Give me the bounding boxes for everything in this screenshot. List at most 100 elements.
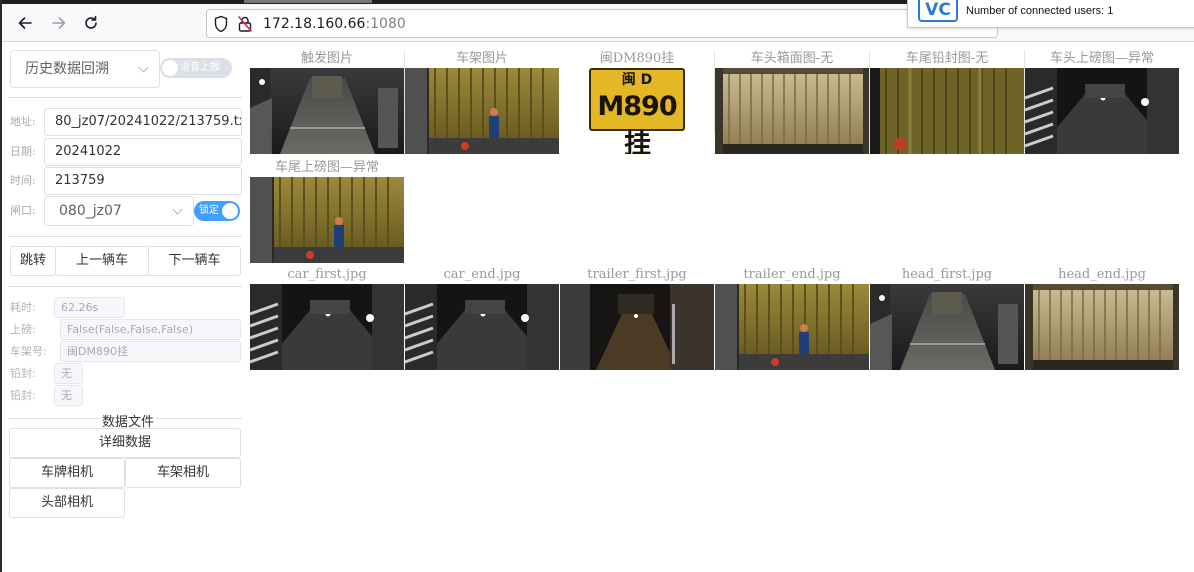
jump-button[interactable]: 跳转 (10, 246, 56, 276)
plate-camera-button[interactable]: 车牌相机 (9, 458, 125, 488)
mode-select-value: 历史数据回溯 (25, 61, 109, 77)
date-label: 日期: (10, 145, 36, 158)
image-caption: head_first.jpg (901, 267, 993, 282)
time-input[interactable]: 213759 (44, 167, 242, 195)
reload-icon (85, 15, 97, 29)
image-caption: 闽DM890挂 (599, 51, 675, 66)
container-face-photo (715, 68, 869, 154)
weigh-label: 上磅: (10, 323, 36, 336)
camera-image[interactable] (250, 68, 404, 154)
image-cell: 车头上磅图—异常 (1025, 50, 1179, 154)
container-rear-photo (870, 68, 1024, 154)
image-caption: car_end.jpg (443, 267, 521, 282)
camera-image[interactable] (870, 284, 1024, 370)
divider (8, 236, 242, 237)
voice-report-switch-label: 语音上报 (180, 62, 220, 73)
camera-image[interactable] (715, 68, 869, 154)
forward-button[interactable] (46, 10, 72, 36)
chevron-down-icon (172, 204, 183, 215)
image-caption: 车头上磅图—异常 (1049, 51, 1154, 66)
browser-toolbar: 172.18.160.66:1080 VC Number of connecte… (2, 0, 1194, 42)
date-input[interactable]: 20241022 (44, 138, 242, 166)
camera-image[interactable] (250, 284, 404, 370)
camera-image[interactable] (870, 68, 1024, 154)
container-worker-photo (405, 68, 559, 154)
insecure-lock-icon[interactable] (237, 15, 253, 33)
seal-value: 无 (54, 363, 83, 384)
plate-main-line: M890挂 (597, 91, 677, 154)
switch-knob (222, 203, 238, 219)
vc-logo: VC (918, 0, 958, 22)
image-cell: 车尾上磅图—异常 (250, 159, 404, 263)
control-panel: 历史数据回溯 语音上报 地址: 80_jz07/20241022/213759.… (2, 42, 246, 572)
image-cell: 车尾铅封图-无 (870, 50, 1024, 154)
address-bar[interactable]: 172.18.160.66:1080 (206, 9, 998, 38)
image-cell: trailer_first.jpg (560, 266, 714, 370)
shield-icon[interactable] (213, 15, 229, 33)
connected-users-text: Number of connected users: 1 (966, 5, 1114, 17)
lock-switch[interactable]: 锁定 (194, 201, 240, 221)
image-caption: trailer_first.jpg (587, 267, 687, 282)
image-cell: 车架图片 (405, 50, 559, 154)
camera-image[interactable] (405, 284, 559, 370)
url-host: 172.18.160.66 (263, 16, 366, 32)
image-cell: car_first.jpg (250, 266, 404, 370)
image-caption: 触发图片 (300, 51, 353, 66)
weigh-value: False(False,False,False) (60, 319, 241, 340)
back-button[interactable] (12, 10, 38, 36)
image-cell: trailer_end.jpg (715, 266, 869, 370)
elapsed-label: 耗时: (10, 301, 36, 314)
seal-value: 无 (54, 385, 83, 406)
container-worker-photo (715, 284, 869, 370)
image-caption: 车头箱面图-无 (750, 51, 834, 66)
address-input[interactable]: 80_jz07/20241022/213759.txt (44, 108, 242, 136)
camera-image[interactable] (560, 284, 714, 370)
pillar-photo (560, 284, 714, 370)
next-vehicle-button[interactable]: 下一辆车 (148, 246, 241, 276)
url-port: :1080 (365, 16, 406, 32)
mode-select[interactable]: 历史数据回溯 (10, 50, 160, 88)
image-caption: car_first.jpg (287, 267, 367, 282)
image-caption: 车尾上磅图—异常 (274, 160, 379, 175)
camera-image[interactable] (405, 68, 559, 154)
tab-indicator (244, 0, 372, 3)
image-caption: head_end.jpg (1058, 267, 1146, 282)
reload-button[interactable] (78, 10, 104, 36)
seal-label: 铅封: (10, 389, 36, 402)
plate-top-line: 闽 D (621, 72, 653, 88)
night-road-photo (1025, 68, 1179, 154)
address-label: 地址: (10, 115, 36, 128)
divider (8, 286, 242, 287)
gate-select[interactable]: 080_jz07 (44, 196, 194, 226)
night-road-photo (250, 284, 404, 370)
gate-label: 闸口: (10, 204, 36, 217)
image-cell: head_end.jpg (1025, 266, 1179, 370)
arrow-right-icon (52, 17, 66, 29)
detail-data-button[interactable]: 详细数据 (9, 428, 241, 458)
gate-select-value: 080_jz07 (59, 203, 122, 219)
camera-image[interactable] (1025, 284, 1179, 370)
camera-image[interactable] (1025, 68, 1179, 154)
voice-report-switch[interactable]: 语音上报 (160, 58, 232, 78)
image-cell: 闽DM890挂闽 D M890挂 (560, 50, 714, 154)
image-cell: 触发图片 (250, 50, 404, 154)
image-cell: head_first.jpg (870, 266, 1024, 370)
elapsed-value: 62.26s (54, 297, 125, 318)
camera-image[interactable] (715, 284, 869, 370)
plate-image[interactable]: 闽 D M890挂 (560, 68, 714, 154)
container-worker-photo (250, 177, 404, 263)
chevron-down-icon (138, 62, 149, 73)
trailer-yard-photo (870, 284, 1024, 370)
connection-popup: VC Number of connected users: 1 (907, 0, 1194, 28)
image-caption: trailer_end.jpg (743, 267, 841, 282)
camera-image[interactable] (250, 177, 404, 263)
time-label: 时间: (10, 174, 36, 187)
trailer-yard-photo (250, 68, 404, 154)
prev-vehicle-button[interactable]: 上一辆车 (55, 246, 149, 276)
head-camera-button[interactable]: 头部相机 (9, 488, 125, 518)
url-text[interactable]: 172.18.160.66:1080 (263, 15, 406, 33)
frame-camera-button[interactable]: 车架相机 (125, 458, 241, 488)
night-road-photo (405, 284, 559, 370)
image-cell: car_end.jpg (405, 266, 559, 370)
frame-number-value: 闽DM890挂 (60, 341, 241, 362)
